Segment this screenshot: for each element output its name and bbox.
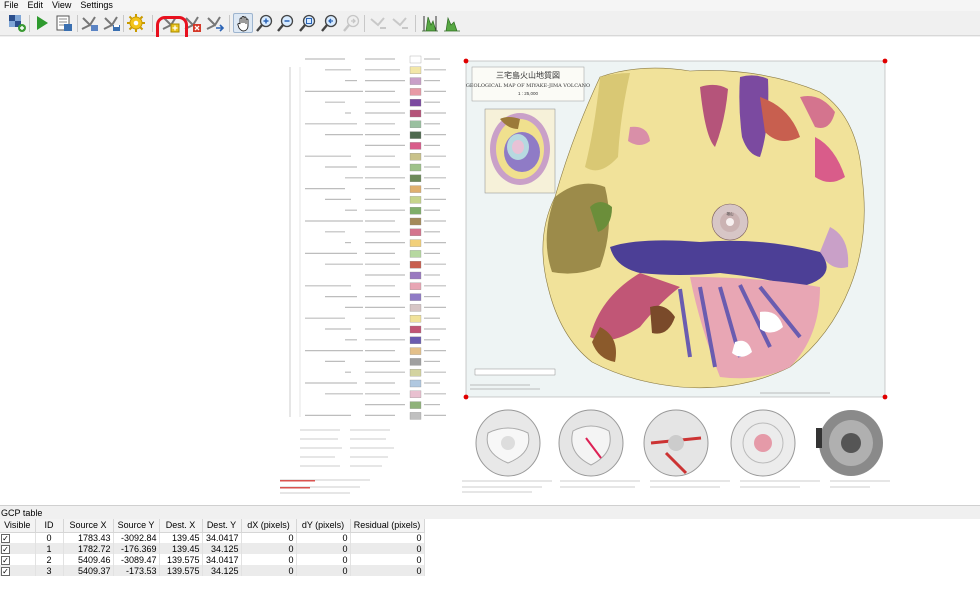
- gcp-marker-3: [882, 58, 888, 64]
- map-title-jp: 三宅島火山地質図: [496, 70, 560, 80]
- menu-bar: File Edit View Settings: [0, 0, 980, 11]
- cell-source-y[interactable]: -3092.84: [113, 532, 160, 543]
- cell-dest-x[interactable]: 139.575: [159, 554, 203, 565]
- local-histogram-stretch-icon[interactable]: [442, 13, 462, 33]
- visible-checkbox[interactable]: ✓: [0, 543, 36, 554]
- zoom-to-layer-icon[interactable]: [298, 13, 318, 33]
- cell-source-y[interactable]: -173.53: [113, 565, 160, 576]
- cell-dx-pixels[interactable]: 0: [241, 532, 297, 543]
- cell-dx-pixels[interactable]: 0: [241, 554, 297, 565]
- cell-dy-pixels[interactable]: 0: [296, 565, 351, 576]
- link-qgis-icon[interactable]: [7, 13, 27, 33]
- col-source-y[interactable]: Source Y: [113, 519, 160, 533]
- map-scale-text: 1 : 25,000: [518, 91, 539, 96]
- georeferencer-canvas[interactable]: 三宅島火山地質図 GEOLOGICAL MAP OF MIYAKE-JIMA V…: [0, 37, 980, 505]
- visible-checkbox[interactable]: ✓: [0, 554, 36, 565]
- cell-dest-x[interactable]: 139.45: [159, 543, 203, 554]
- link-georef-to-qgis-icon[interactable]: [368, 13, 388, 33]
- gcp-table-dock-header: GCP table: [0, 505, 980, 519]
- cell-dest-x[interactable]: 139.45: [159, 532, 203, 543]
- menu-view[interactable]: View: [48, 0, 76, 11]
- zoom-out-icon[interactable]: [276, 13, 296, 33]
- cell-source-y[interactable]: -176.369: [113, 543, 160, 554]
- checkbox[interactable]: ✓: [1, 555, 10, 565]
- svg-text:雄山: 雄山: [727, 211, 735, 216]
- transformation-settings-icon[interactable]: [126, 13, 146, 33]
- cell-dy-pixels[interactable]: 0: [296, 532, 351, 543]
- cell-id[interactable]: 3: [35, 565, 64, 576]
- cell-dy-pixels[interactable]: 0: [296, 554, 351, 565]
- table-row[interactable]: ✓ 1 1782.72 -176.369 139.45 34.125 0 0 0: [0, 543, 425, 554]
- cell-source-x[interactable]: 5409.46: [63, 554, 114, 565]
- gcp-marker-2: [882, 394, 888, 400]
- map-legend: [280, 55, 446, 494]
- menu-settings[interactable]: Settings: [76, 0, 118, 11]
- map-title-en: GEOLOGICAL MAP OF MIYAKE-JIMA VOLCANO: [466, 83, 590, 89]
- zoom-in-icon[interactable]: [255, 13, 275, 33]
- zoom-last-icon[interactable]: [320, 13, 340, 33]
- cell-source-y[interactable]: -3089.47: [113, 554, 160, 565]
- gcp-table-header-row: Visible ID Source X Source Y Dest. X Des…: [0, 519, 425, 533]
- col-residual-pixels[interactable]: Residual (pixels): [350, 519, 425, 533]
- cell-residual[interactable]: 0: [350, 565, 425, 576]
- cell-source-x[interactable]: 5409.37: [63, 565, 114, 576]
- col-dx-pixels[interactable]: dX (pixels): [241, 519, 297, 533]
- cell-dest-y[interactable]: 34.125: [202, 565, 242, 576]
- cell-id[interactable]: 1: [35, 543, 64, 554]
- full-histogram-stretch-icon[interactable]: [420, 13, 440, 33]
- gcp-table-title: GCP table: [1, 508, 43, 518]
- col-dy-pixels[interactable]: dY (pixels): [296, 519, 351, 533]
- col-source-x[interactable]: Source X: [63, 519, 114, 533]
- table-row[interactable]: ✓ 0 1783.43 -3092.84 139.45 34.0417 0 0 0: [0, 532, 425, 543]
- add-point-icon[interactable]: [161, 13, 181, 33]
- georeferencer-toolbar: [0, 11, 980, 51]
- inset-map: [484, 108, 556, 194]
- cell-residual[interactable]: 0: [350, 554, 425, 565]
- cell-dest-y[interactable]: 34.125: [202, 543, 242, 554]
- thumbnail-maps: [462, 409, 890, 493]
- cell-source-x[interactable]: 1783.43: [63, 532, 114, 543]
- cell-id[interactable]: 2: [35, 554, 64, 565]
- gcp-table[interactable]: Visible ID Source X Source Y Dest. X Des…: [0, 519, 980, 606]
- cell-dest-y[interactable]: 34.0417: [202, 554, 242, 565]
- cell-source-x[interactable]: 1782.72: [63, 543, 114, 554]
- col-id[interactable]: ID: [35, 519, 64, 533]
- cell-residual[interactable]: 0: [350, 532, 425, 543]
- map-title-box: 三宅島火山地質図 GEOLOGICAL MAP OF MIYAKE-JIMA V…: [466, 66, 590, 102]
- raster-map-image: 三宅島火山地質図 GEOLOGICAL MAP OF MIYAKE-JIMA V…: [280, 55, 890, 494]
- island-geology: 雄山: [542, 67, 865, 389]
- cell-dx-pixels[interactable]: 0: [241, 565, 297, 576]
- table-row[interactable]: ✓ 3 5409.37 -173.53 139.575 34.125 0 0 0: [0, 565, 425, 576]
- menu-file[interactable]: File: [0, 0, 24, 11]
- gcp-marker-0: [463, 394, 469, 400]
- zoom-next-icon[interactable]: [342, 13, 362, 33]
- generate-gdal-script-icon[interactable]: [54, 13, 74, 33]
- move-gcp-point-icon[interactable]: [205, 13, 225, 33]
- link-qgis-to-georef-icon[interactable]: [390, 13, 410, 33]
- checkbox[interactable]: ✓: [1, 566, 10, 576]
- cell-dx-pixels[interactable]: 0: [241, 543, 297, 554]
- cell-id[interactable]: 0: [35, 532, 64, 543]
- col-dest-x[interactable]: Dest. X: [159, 519, 203, 533]
- gcp-marker-1: [463, 58, 469, 64]
- checkbox[interactable]: ✓: [1, 533, 10, 543]
- save-gcp-points-icon[interactable]: [102, 13, 122, 33]
- checkbox[interactable]: ✓: [1, 544, 10, 554]
- visible-checkbox[interactable]: ✓: [0, 532, 36, 543]
- col-visible[interactable]: Visible: [0, 519, 36, 533]
- cell-residual[interactable]: 0: [350, 543, 425, 554]
- cell-dy-pixels[interactable]: 0: [296, 543, 351, 554]
- col-dest-y[interactable]: Dest. Y: [202, 519, 242, 533]
- run-georeferencer-icon[interactable]: [32, 13, 52, 33]
- delete-point-icon[interactable]: [183, 13, 203, 33]
- menu-edit[interactable]: Edit: [24, 0, 49, 11]
- pan-icon[interactable]: [233, 13, 253, 33]
- cell-dest-y[interactable]: 34.0417: [202, 532, 242, 543]
- table-row[interactable]: ✓ 2 5409.46 -3089.47 139.575 34.0417 0 0 0: [0, 554, 425, 565]
- visible-checkbox[interactable]: ✓: [0, 565, 36, 576]
- cell-dest-x[interactable]: 139.575: [159, 565, 203, 576]
- load-gcp-points-icon[interactable]: [80, 13, 100, 33]
